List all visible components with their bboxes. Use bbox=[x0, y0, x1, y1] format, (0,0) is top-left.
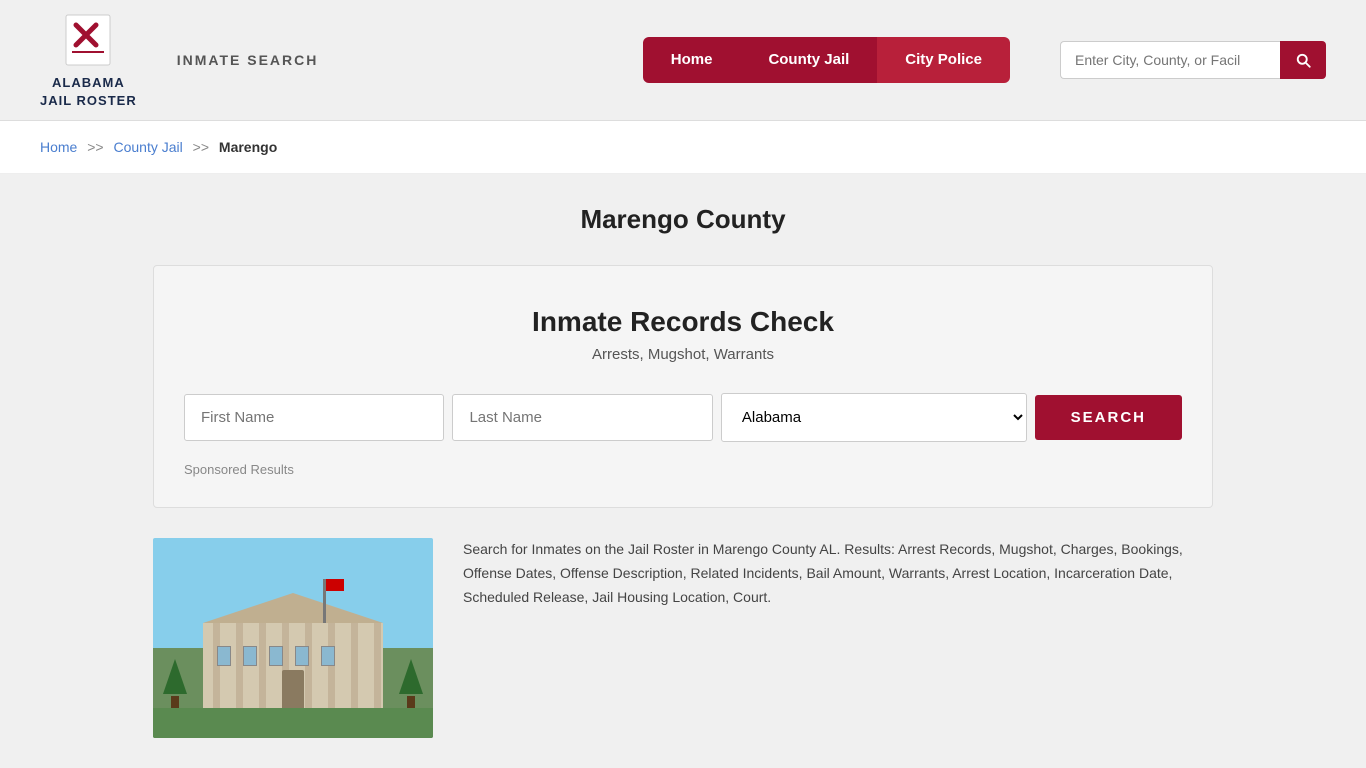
breadcrumb-current: Marengo bbox=[219, 139, 277, 155]
breadcrumb-home-link[interactable]: Home bbox=[40, 139, 77, 155]
window bbox=[295, 646, 309, 666]
logo-text: ALABAMA JAIL ROSTER bbox=[40, 74, 137, 110]
alabama-logo-svg bbox=[58, 10, 118, 70]
flag bbox=[326, 579, 344, 591]
logo-line2: JAIL ROSTER bbox=[40, 93, 137, 108]
courthouse-container bbox=[193, 588, 393, 708]
header-search-bar bbox=[1060, 41, 1326, 79]
breadcrumb: Home >> County Jail >> Marengo bbox=[0, 121, 1366, 174]
header-search-button[interactable] bbox=[1280, 41, 1326, 79]
column bbox=[351, 623, 358, 708]
logo-link[interactable]: ALABAMA JAIL ROSTER bbox=[40, 10, 137, 110]
main-content: Marengo County Inmate Records Check Arre… bbox=[133, 204, 1233, 738]
records-card: Inmate Records Check Arrests, Mugshot, W… bbox=[153, 265, 1213, 508]
header-search-input[interactable] bbox=[1060, 41, 1280, 79]
state-select[interactable]: Alabama Alaska Arizona Arkansas Californ… bbox=[721, 393, 1027, 442]
records-search-button[interactable]: SEARCH bbox=[1035, 395, 1182, 440]
courthouse-door bbox=[282, 670, 304, 708]
bottom-section: Search for Inmates on the Jail Roster in… bbox=[153, 538, 1213, 738]
nav-buttons: Home County Jail City Police bbox=[643, 37, 1010, 84]
window bbox=[243, 646, 257, 666]
column bbox=[374, 623, 381, 708]
nav-city-police-button[interactable]: City Police bbox=[877, 37, 1010, 84]
courthouse-roof bbox=[203, 593, 383, 623]
records-card-subtitle: Arrests, Mugshot, Warrants bbox=[184, 346, 1182, 363]
description-text: Search for Inmates on the Jail Roster in… bbox=[463, 538, 1213, 609]
search-icon bbox=[1294, 51, 1312, 69]
county-image bbox=[153, 538, 433, 738]
logo-icon bbox=[58, 10, 118, 70]
window bbox=[269, 646, 283, 666]
sponsored-results-label: Sponsored Results bbox=[184, 462, 1182, 477]
page-title: Marengo County bbox=[153, 204, 1213, 235]
nav-home-button[interactable]: Home bbox=[643, 37, 741, 84]
breadcrumb-sep2: >> bbox=[193, 139, 209, 155]
breadcrumb-county-jail-link[interactable]: County Jail bbox=[114, 139, 183, 155]
logo-line1: ALABAMA bbox=[52, 75, 125, 90]
inmate-search-label: INMATE SEARCH bbox=[177, 52, 319, 68]
courthouse-windows bbox=[217, 646, 335, 666]
inmate-search-form: Alabama Alaska Arizona Arkansas Californ… bbox=[184, 393, 1182, 442]
nav-county-jail-button[interactable]: County Jail bbox=[740, 37, 877, 84]
records-card-title: Inmate Records Check bbox=[184, 306, 1182, 338]
last-name-input[interactable] bbox=[452, 394, 712, 441]
window bbox=[321, 646, 335, 666]
ground bbox=[153, 708, 433, 738]
first-name-input[interactable] bbox=[184, 394, 444, 441]
flag-pole bbox=[323, 579, 326, 623]
breadcrumb-sep1: >> bbox=[87, 139, 103, 155]
window bbox=[217, 646, 231, 666]
tree-right bbox=[399, 659, 423, 708]
header: ALABAMA JAIL ROSTER INMATE SEARCH Home C… bbox=[0, 0, 1366, 121]
tree-left bbox=[163, 659, 187, 708]
